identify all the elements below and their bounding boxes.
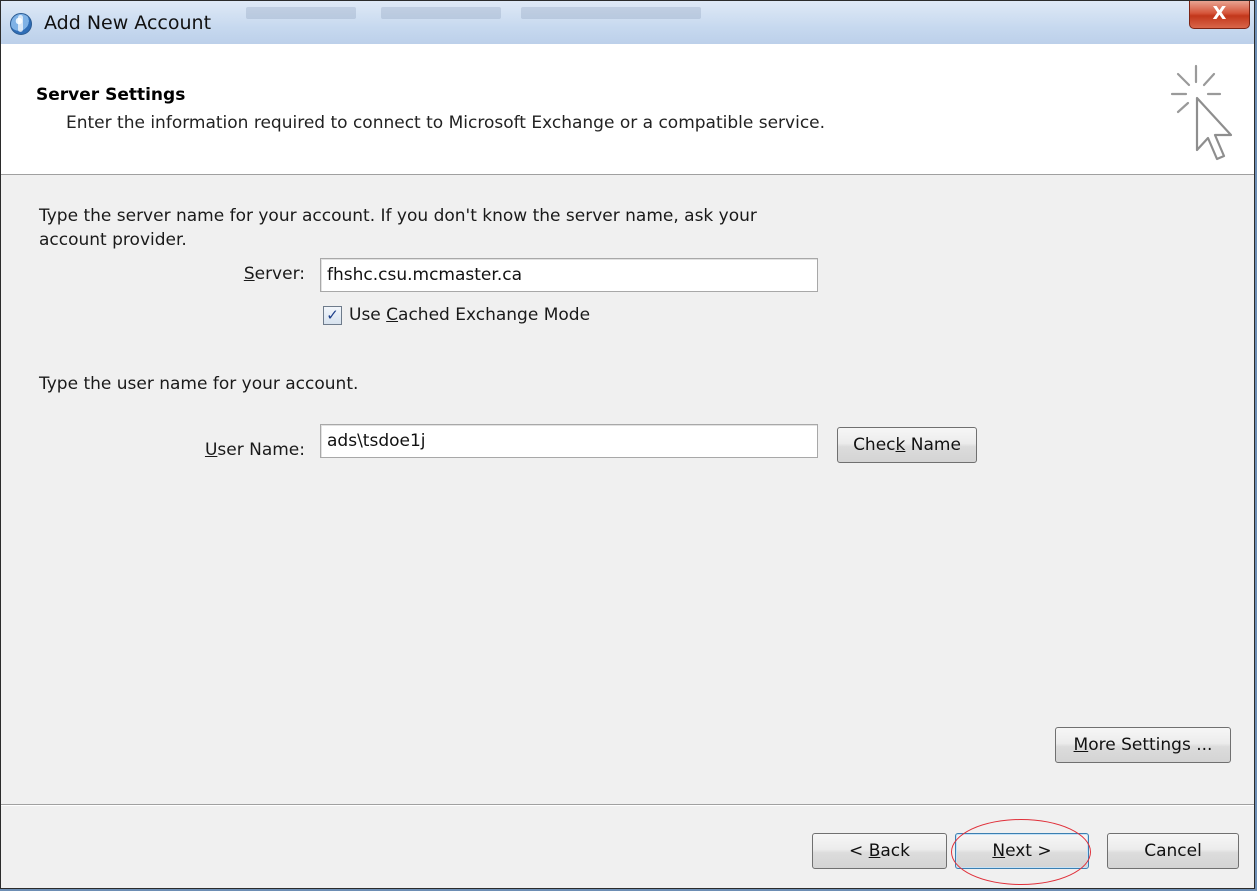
wizard-footer: < Back Next > Cancel	[1, 806, 1254, 888]
back-button[interactable]: < Back	[812, 833, 947, 869]
background-toolbar-ghost	[246, 7, 356, 19]
user-instruction: Type the user name for your account.	[39, 374, 359, 394]
page-subtitle: Enter the information required to connec…	[66, 113, 826, 133]
check-name-button[interactable]: Check Name	[837, 427, 977, 463]
close-icon: X	[1212, 3, 1227, 24]
outlook-app-icon	[10, 13, 32, 35]
server-input[interactable]	[320, 258, 818, 292]
server-label: Server:	[243, 264, 305, 284]
next-button[interactable]: Next >	[955, 833, 1089, 869]
add-new-account-dialog: Add New Account X Server Settings Enter …	[0, 0, 1255, 889]
background-toolbar-ghost	[521, 7, 701, 19]
close-button[interactable]: X	[1189, 1, 1250, 29]
page-title: Server Settings	[36, 85, 186, 105]
window-title: Add New Account	[44, 12, 212, 34]
cancel-button[interactable]: Cancel	[1107, 833, 1239, 869]
server-instruction-line2: account provider.	[39, 230, 187, 250]
wizard-content: Type the server name for your account. I…	[1, 175, 1254, 805]
user-name-label: User Name:	[204, 440, 305, 460]
more-settings-button[interactable]: More Settings ...	[1055, 727, 1231, 763]
cached-mode-checkbox[interactable]: ✓	[323, 306, 342, 325]
title-bar[interactable]: Add New Account X	[1, 1, 1254, 45]
checkmark-icon: ✓	[326, 306, 339, 324]
cached-mode-label[interactable]: Use Cached Exchange Mode	[349, 305, 590, 325]
background-toolbar-ghost	[381, 7, 501, 19]
user-name-input[interactable]	[320, 424, 818, 458]
cursor-sparkle-icon	[1170, 64, 1233, 161]
wizard-header: Server Settings Enter the information re…	[1, 44, 1254, 175]
server-instruction-line1: Type the server name for your account. I…	[39, 206, 757, 226]
